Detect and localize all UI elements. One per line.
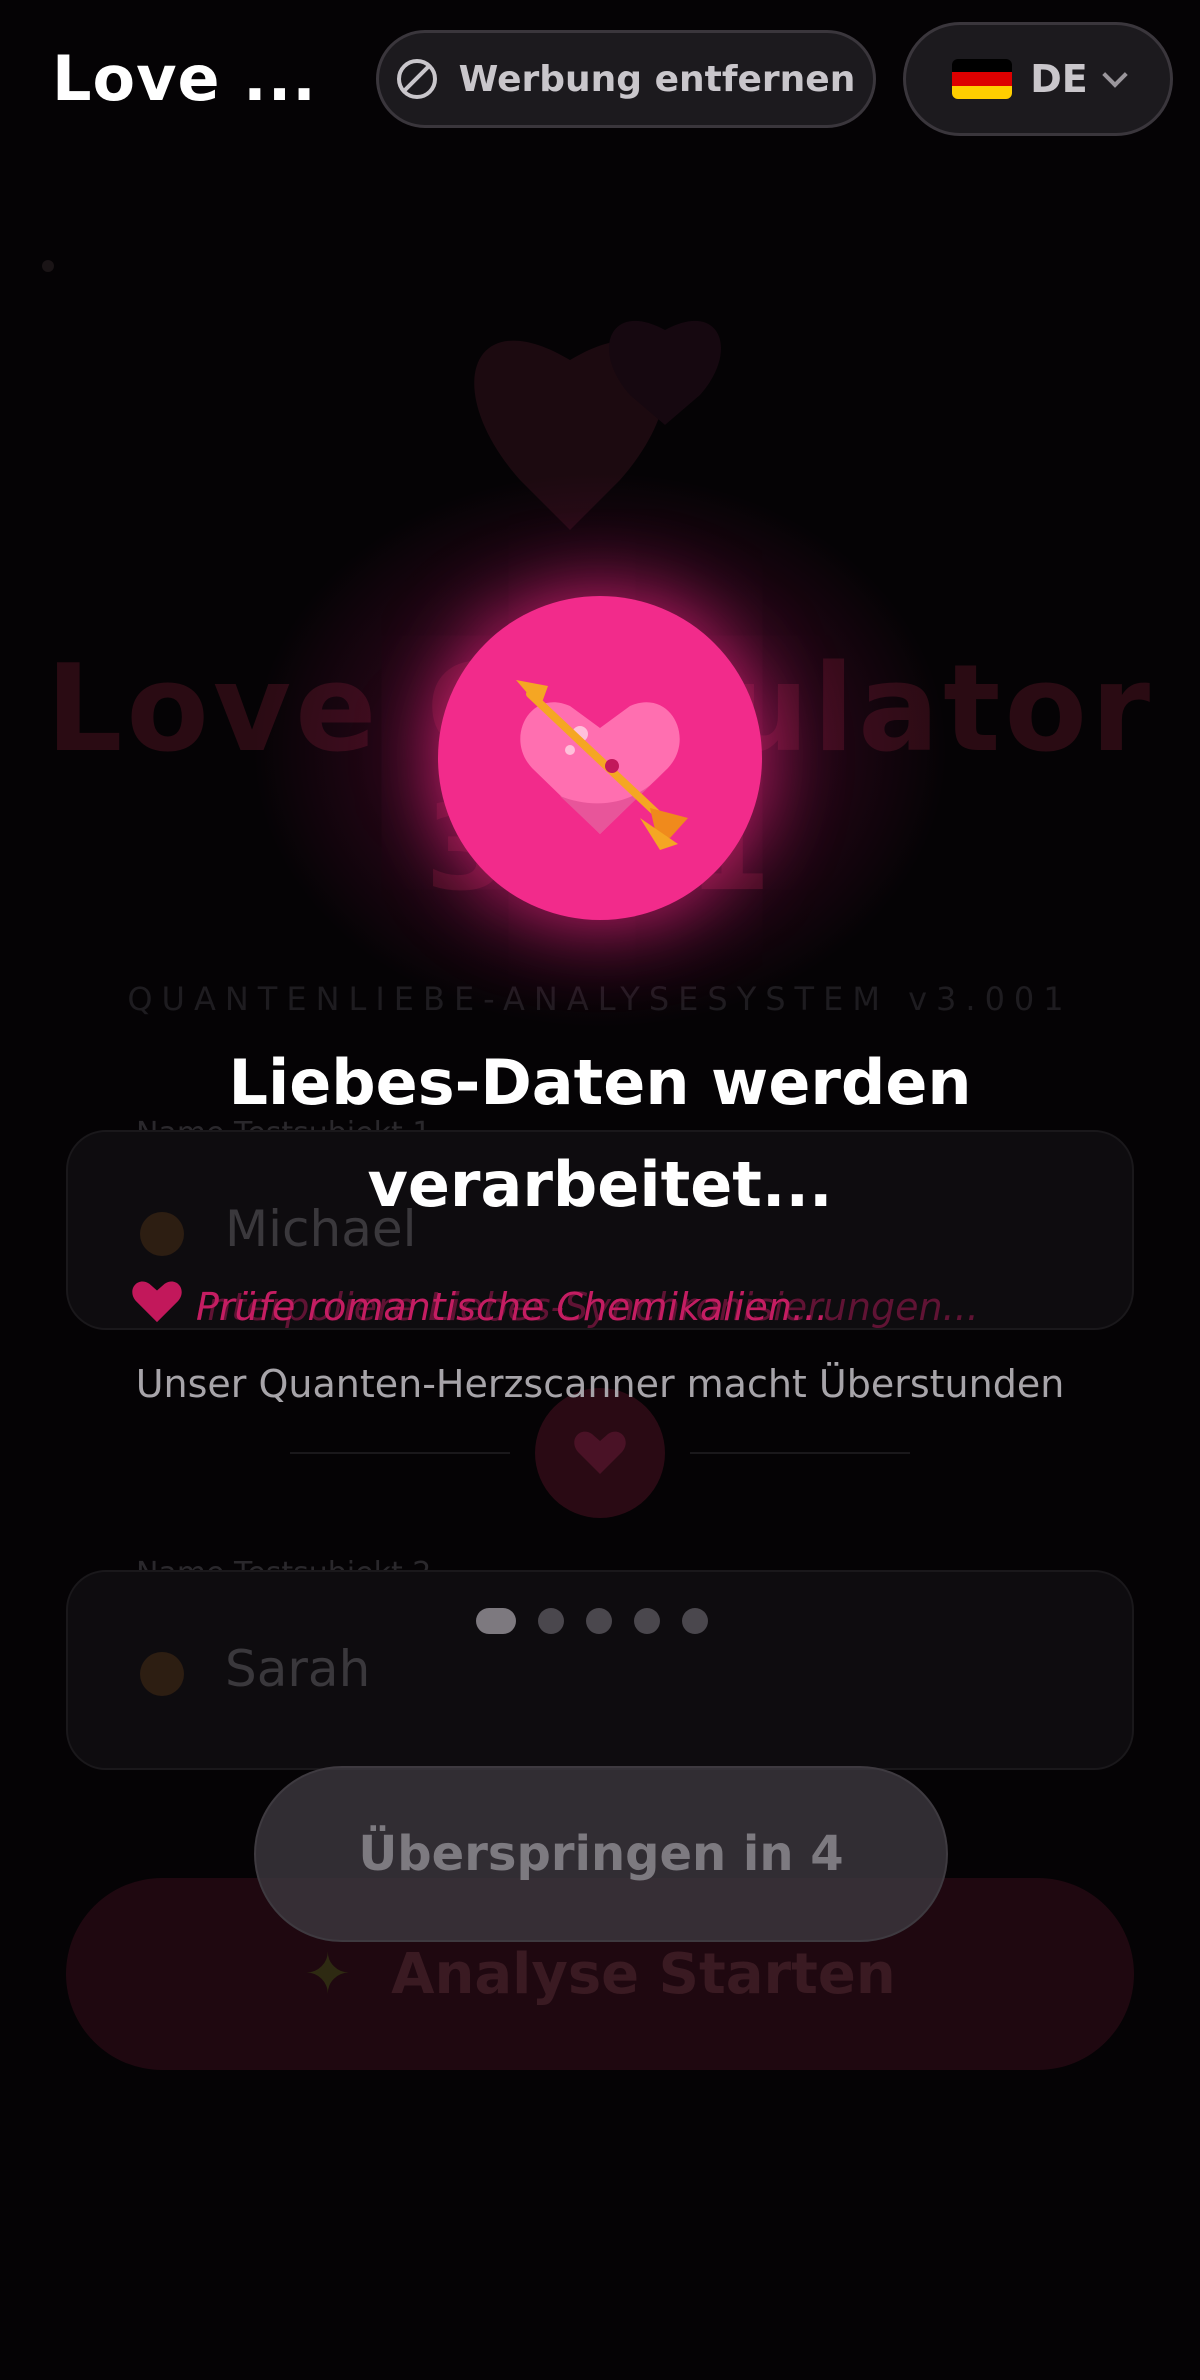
progress-dot xyxy=(634,1608,660,1634)
language-code: DE xyxy=(1030,57,1088,101)
skip-button-label: Überspringen in 4 xyxy=(358,1826,844,1882)
progress-dots xyxy=(476,1608,708,1634)
chevron-down-icon xyxy=(1102,62,1128,88)
start-analysis-label: Analyse Starten xyxy=(391,1941,896,2007)
language-selector[interactable]: DE xyxy=(903,22,1173,136)
progress-dot-active xyxy=(476,1608,516,1634)
divider-left xyxy=(290,1452,510,1454)
status-message-transition: Interpoliere Liebes-Synchronisierungen..… xyxy=(196,1284,979,1329)
status-message-row: Prüfe romantische Chemikalien... Interpo… xyxy=(130,1278,1090,1335)
sparkles-icon: ✦ xyxy=(304,1941,352,2007)
heart-separator-badge xyxy=(535,1388,665,1518)
progress-dot xyxy=(538,1608,564,1634)
app-title: Love ... xyxy=(52,42,317,115)
german-flag-icon xyxy=(952,59,1013,99)
progress-dot xyxy=(586,1608,612,1634)
status-subtext: Unser Quanten-Herzscanner macht Überstun… xyxy=(135,1362,1065,1406)
heart-icon xyxy=(574,1431,626,1474)
progress-dot xyxy=(682,1608,708,1634)
heart-with-arrow-badge xyxy=(438,596,762,920)
loading-title: Liebes-Daten werden verarbeitet... xyxy=(228,1046,972,1221)
no-ads-icon xyxy=(396,59,437,99)
divider-right xyxy=(690,1452,910,1454)
remove-ads-button[interactable]: Werbung entfernen xyxy=(376,30,876,128)
skip-button[interactable]: Überspringen in 4 xyxy=(254,1766,948,1942)
subject-2-value: Sarah xyxy=(225,1640,371,1698)
heart-icon xyxy=(130,1278,184,1335)
remove-ads-label: Werbung entfernen xyxy=(458,58,856,100)
heart-with-arrow-icon xyxy=(516,680,688,850)
person-emoji-icon xyxy=(140,1652,184,1696)
